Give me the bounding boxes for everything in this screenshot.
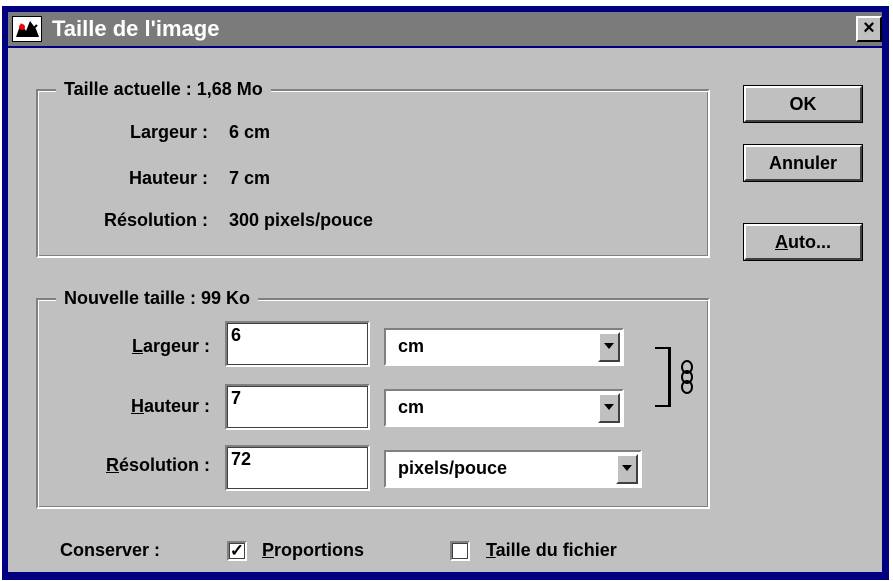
width-unit-value: cm — [398, 336, 425, 356]
height-unit-select[interactable]: cm — [384, 389, 624, 427]
window-title: Taille de l'image — [52, 16, 220, 41]
chevron-down-icon[interactable] — [598, 332, 620, 362]
current-width-label: Largeur : — [129, 122, 208, 142]
checkmark-icon: ✓ — [229, 541, 245, 560]
auto-button[interactable]: Auto... — [743, 223, 863, 261]
constrain-label: Conserver : — [60, 540, 161, 560]
current-resolution-label: Résolution : — [104, 210, 208, 230]
chevron-down-icon[interactable] — [598, 393, 620, 423]
new-width-label: Largeur : — [131, 336, 210, 356]
resolution-unit-value: pixels/pouce — [398, 458, 508, 478]
current-resolution-value: 300 pixels/pouce — [229, 210, 374, 230]
file-size-label[interactable]: Taille du fichier — [486, 538, 617, 562]
close-button[interactable]: × — [856, 16, 882, 42]
current-width-value: 6 cm — [229, 122, 271, 142]
chevron-down-icon[interactable] — [616, 454, 638, 484]
width-unit-select[interactable]: cm — [384, 328, 624, 366]
current-height-value: 7 cm — [229, 168, 271, 188]
current-height-label: Hauteur : — [128, 168, 208, 188]
new-size-legend: Nouvelle taille : 99 Ko — [56, 286, 259, 310]
new-height-label: Hauteur : — [130, 396, 210, 416]
proportions-checkbox[interactable]: ✓ — [227, 541, 247, 561]
resolution-input[interactable]: 72 — [225, 445, 370, 491]
file-size-checkbox[interactable] — [450, 541, 470, 561]
close-icon: × — [863, 17, 875, 39]
resolution-unit-select[interactable]: pixels/pouce — [384, 450, 642, 488]
height-unit-value: cm — [398, 397, 425, 417]
new-resolution-label: Résolution : — [106, 455, 210, 475]
current-size-legend: Taille actuelle : 1,68 Mo — [56, 77, 271, 101]
app-icon — [12, 16, 42, 42]
height-input[interactable]: 7 — [225, 384, 370, 430]
chain-link-icon — [679, 360, 695, 394]
width-input[interactable]: 6 — [225, 321, 370, 367]
ok-button[interactable]: OK — [743, 85, 863, 123]
cancel-button[interactable]: Annuler — [743, 144, 863, 182]
proportion-link-bracket — [655, 347, 671, 407]
proportions-label[interactable]: Proportions — [262, 538, 364, 562]
